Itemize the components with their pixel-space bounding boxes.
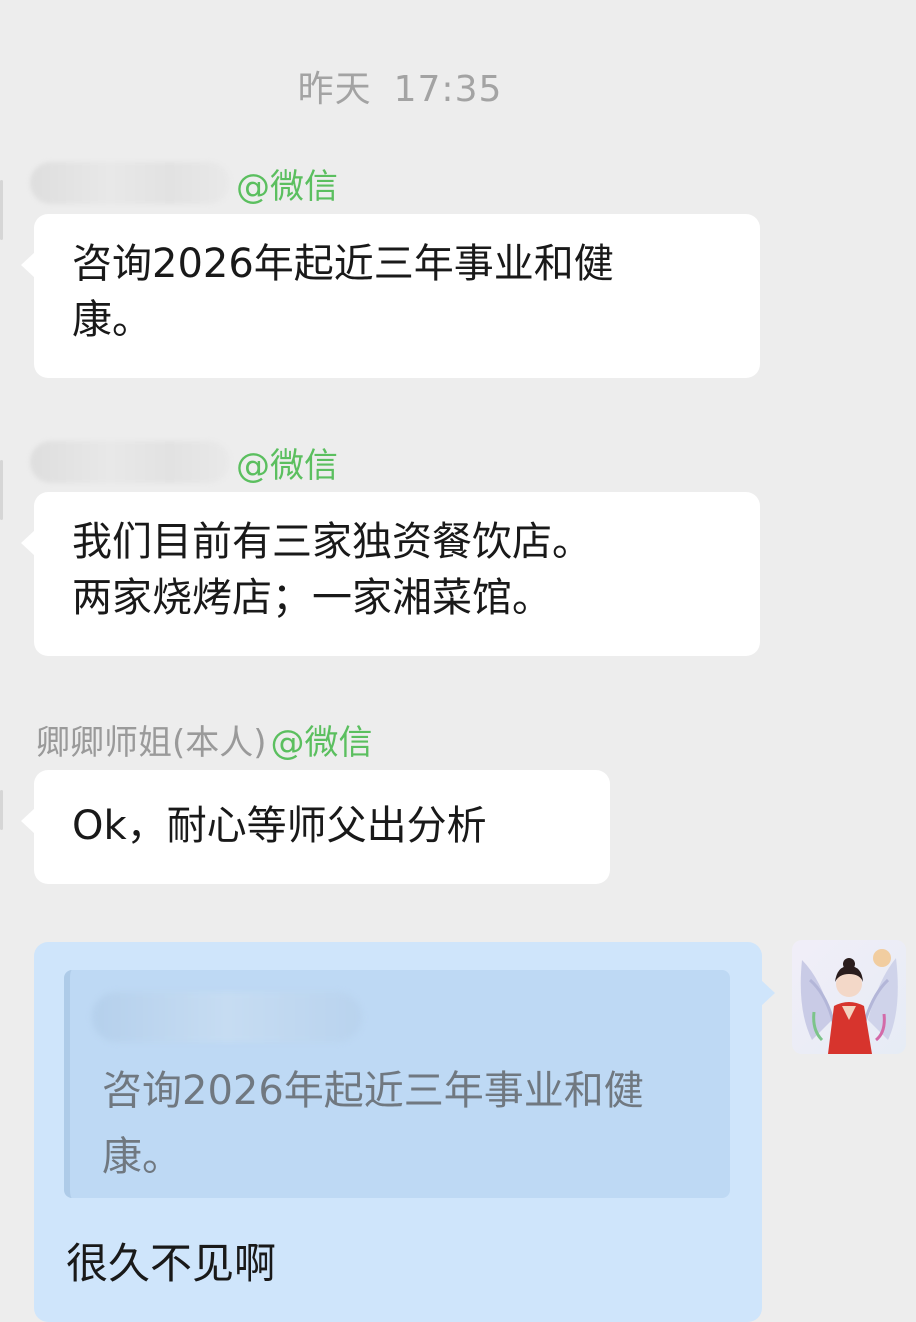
message-bubble[interactable]: Ok，耐心等师父出分析 xyxy=(21,770,610,884)
message-text-line: 我们目前有三家独资餐饮店。 xyxy=(72,519,592,565)
chat-timestamp: 昨天 17:35 xyxy=(0,60,800,112)
sender-wechat-tag: @微信 xyxy=(270,722,373,763)
self-message-text: 很久不见啊 xyxy=(66,1239,277,1288)
self-message-bubble[interactable]: 咨询2026年起近三年事业和健 康。 很久不见啊 xyxy=(34,942,775,1322)
message-sender[interactable]: @微信 xyxy=(30,437,338,487)
edge-avatar-fragment xyxy=(0,180,3,240)
timestamp-day: 昨天 xyxy=(297,69,372,110)
quoted-text: 咨询2026年起近三年事业和健 康。 xyxy=(102,1058,702,1190)
quoted-text-line: 咨询2026年起近三年事业和健 xyxy=(102,1068,644,1114)
message-bubble[interactable]: 我们目前有三家独资餐饮店。 两家烧烤店；一家湘菜馆。 xyxy=(21,492,760,656)
quoted-sender-redacted xyxy=(92,992,362,1042)
edge-avatar-fragment xyxy=(0,460,3,520)
message-text-line: 咨询2026年起近三年事业和健 xyxy=(72,241,614,287)
avatar-icon[interactable] xyxy=(792,940,906,1054)
edge-avatar-fragment xyxy=(0,790,3,830)
sender-name-redacted xyxy=(30,162,230,204)
avatar-image xyxy=(792,940,906,1054)
sender-name-redacted xyxy=(30,441,230,483)
quoted-message[interactable]: 咨询2026年起近三年事业和健 康。 xyxy=(64,970,730,1198)
sender-wechat-tag: @微信 xyxy=(236,445,338,486)
sender-name: 卿卿师姐(本人) xyxy=(36,722,267,763)
quoted-text-line: 康。 xyxy=(102,1134,182,1180)
message-bubble[interactable]: 咨询2026年起近三年事业和健 康。 xyxy=(21,214,760,378)
message-text-line: 康。 xyxy=(72,297,152,343)
timestamp-time: 17:35 xyxy=(393,69,503,110)
message-sender[interactable]: 卿卿师姐(本人) @微信 xyxy=(36,714,373,764)
sender-wechat-tag: @微信 xyxy=(236,166,338,207)
message-text-line: 两家烧烤店；一家湘菜馆。 xyxy=(72,575,552,621)
message-text-line: Ok，耐心等师父出分析 xyxy=(72,803,487,849)
message-sender[interactable]: @微信 xyxy=(30,158,338,208)
